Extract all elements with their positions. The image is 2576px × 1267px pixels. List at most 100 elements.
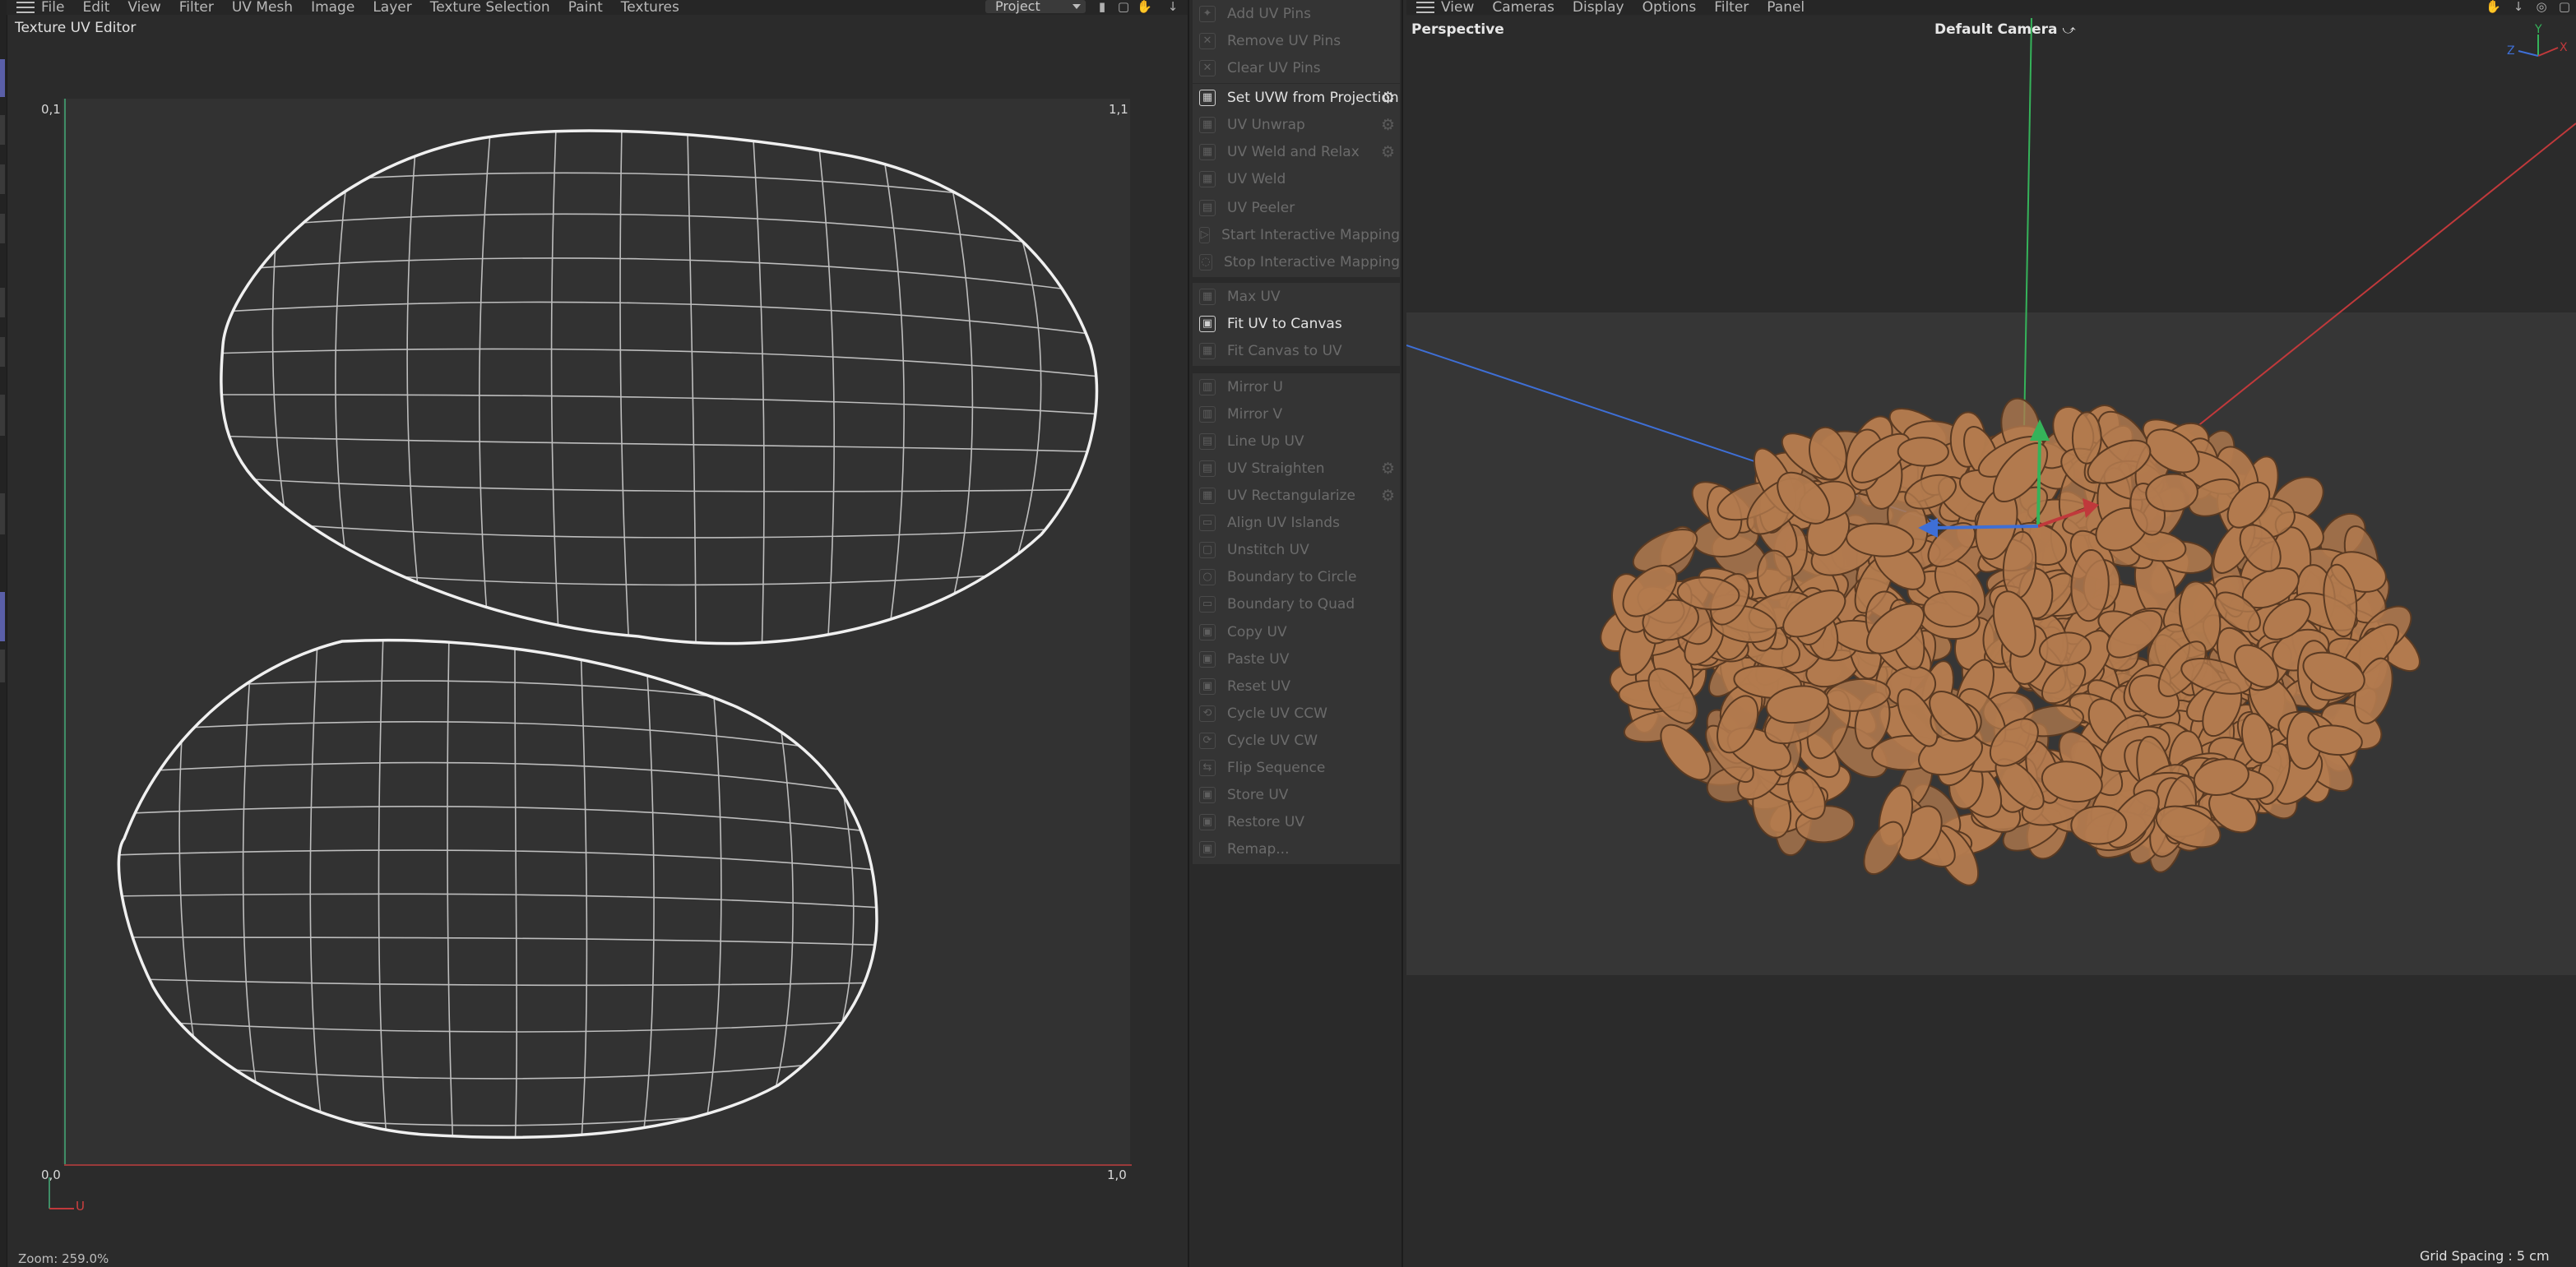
line-up-uv-button[interactable]: ▤ Line Up UV	[1193, 429, 1400, 454]
stop-interactive-mapping-icon: ◌	[1199, 254, 1212, 271]
uv-unwrap-settings-gear-icon[interactable]: ⚙	[1381, 117, 1395, 133]
paste-uv-button[interactable]: ▣ Paste UV	[1193, 647, 1400, 672]
clear-uv-pins-button[interactable]: ✕ Clear UV Pins	[1193, 56, 1400, 81]
frame-icon[interactable]: ▢	[1117, 0, 1130, 13]
3d-viewport[interactable]: View Cameras Display Options Filter Pane…	[1406, 0, 2576, 1267]
strip-tab[interactable]	[0, 164, 5, 194]
project-select-value: Project	[995, 0, 1040, 14]
command-group: ▤ UV Peeler ▷ Start Interactive Mapping ◌ Sto…	[1193, 194, 1400, 277]
menu-hamburger-icon[interactable]	[16, 2, 35, 13]
start-interactive-mapping-button[interactable]: ▷ Start Interactive Mapping	[1193, 223, 1400, 247]
max-uv-button[interactable]: ▦ Max UV	[1193, 284, 1400, 309]
strip-tab[interactable]	[0, 493, 5, 534]
remap-label: Remap...	[1227, 841, 1290, 858]
strip-tab[interactable]	[0, 395, 5, 436]
remap-icon: ▣	[1199, 841, 1216, 858]
uv-weld-and-relax-icon: ▦	[1199, 144, 1216, 160]
uv-straighten-label: UV Straighten	[1227, 460, 1325, 477]
strip-tab[interactable]	[0, 214, 5, 243]
uv-unwrap-button[interactable]: ▦ UV Unwrap ⚙	[1193, 113, 1400, 137]
command-group: ▣ Copy UV ▣ Paste UV ▣ Reset UV ⟲ Cycle UV CCW ⟳…	[1193, 618, 1400, 864]
uv-rectangularize-button[interactable]: ▦ UV Rectangularize ⚙	[1193, 483, 1400, 508]
add-uv-pins-button[interactable]: ✦ Add UV Pins	[1193, 2, 1400, 26]
menu-layer[interactable]: Layer	[373, 0, 411, 15]
remove-uv-pins-button[interactable]: ✕ Remove UV Pins	[1193, 29, 1400, 53]
fit-uv-to-canvas-button[interactable]: ▣ Fit UV to Canvas	[1193, 312, 1400, 336]
uv-island-bottom	[118, 640, 877, 1138]
menu-uv-mesh[interactable]: UV Mesh	[232, 0, 293, 15]
uv-peeler-icon: ▤	[1199, 200, 1216, 216]
uv-island-bottom-outline	[117, 638, 878, 1140]
uv-commands-panel: ✦ Add UV Pins ✕ Remove UV Pins ✕ Clear UV Pin…	[1188, 0, 1403, 1267]
command-group: ▦ Max UV ▣ Fit UV to Canvas ▦ Fit Canvas to U…	[1193, 283, 1400, 366]
copy-uv-icon: ▣	[1199, 624, 1216, 640]
strip-tab-active[interactable]	[0, 592, 5, 641]
menu-image[interactable]: Image	[311, 0, 354, 15]
strip-tab[interactable]	[0, 288, 5, 317]
strip-tab[interactable]	[0, 115, 5, 145]
coffee-bean	[1922, 590, 1980, 628]
menu-filter[interactable]: Filter	[179, 0, 214, 15]
uv-peeler-button[interactable]: ▤ UV Peeler	[1193, 196, 1400, 220]
uv-straighten-button[interactable]: ▤ UV Straighten ⚙	[1193, 456, 1400, 481]
uv-island-top-outline	[220, 129, 1099, 645]
mirror-u-button[interactable]: ▥ Mirror U	[1193, 375, 1400, 400]
camera-switch-icon[interactable]: ⤻	[2062, 22, 2075, 37]
unstitch-uv-icon: ▢	[1199, 542, 1216, 558]
set-uvw-from-projection-settings-gear-icon[interactable]: ⚙	[1381, 90, 1395, 106]
set-uvw-from-projection-button[interactable]: ▦ Set UVW from Projection ⚙	[1193, 86, 1400, 110]
menu-paint[interactable]: Paint	[568, 0, 603, 15]
copy-uv-button[interactable]: ▣ Copy UV	[1193, 620, 1400, 645]
chevron-down-icon	[1073, 4, 1081, 9]
panel-title: Texture UV Editor	[15, 20, 137, 36]
reset-uv-button[interactable]: ▣ Reset UV	[1193, 674, 1400, 699]
histogram-icon[interactable]: ▮	[1096, 0, 1109, 13]
menu-textures[interactable]: Textures	[621, 0, 679, 15]
unstitch-uv-button[interactable]: ▢ Unstitch UV	[1193, 538, 1400, 562]
fit-canvas-to-uv-button[interactable]: ▦ Fit Canvas to UV	[1193, 339, 1400, 363]
cycle-uv-cw-button[interactable]: ⟳ Cycle UV CW	[1193, 728, 1400, 753]
view-name-label[interactable]: Perspective	[1411, 21, 1504, 38]
menu-edit[interactable]: Edit	[82, 0, 109, 15]
store-uv-button[interactable]: ▣ Store UV	[1193, 783, 1400, 807]
uv-weld-button[interactable]: ▦ UV Weld	[1193, 167, 1400, 192]
pan-hand-icon[interactable]: ✋	[1137, 0, 1152, 13]
fit-uv-to-canvas-icon: ▣	[1199, 316, 1216, 332]
boundary-to-circle-button[interactable]: ○ Boundary to Circle	[1193, 565, 1400, 590]
strip-tab[interactable]	[0, 337, 5, 367]
menu-file[interactable]: File	[41, 0, 64, 15]
project-select[interactable]: Project	[985, 0, 1086, 13]
cycle-uv-cw-label: Cycle UV CW	[1227, 733, 1318, 749]
gizmo-y-label: Y	[2534, 23, 2542, 36]
boundary-to-quad-button[interactable]: ▭ Boundary to Quad	[1193, 592, 1400, 617]
unstitch-uv-label: Unstitch UV	[1227, 542, 1309, 558]
remap-button[interactable]: ▣ Remap...	[1193, 837, 1400, 862]
uv-weld-and-relax-button[interactable]: ▦ UV Weld and Relax ⚙	[1193, 140, 1400, 164]
command-group: ✦ Add UV Pins ✕ Remove UV Pins ✕ Clear UV Pin…	[1193, 0, 1400, 83]
boundary-to-circle-label: Boundary to Circle	[1227, 569, 1357, 585]
uv-rectangularize-icon: ▦	[1199, 488, 1216, 504]
download-icon[interactable]: ↓	[1166, 0, 1179, 13]
uv-straighten-settings-gear-icon[interactable]: ⚙	[1381, 460, 1395, 477]
strip-tab-active[interactable]	[0, 59, 5, 97]
boundary-to-circle-icon: ○	[1199, 569, 1216, 585]
align-uv-islands-button[interactable]: ▭ Align UV Islands	[1193, 511, 1400, 535]
corner-label-top-right: 1,1	[1109, 102, 1128, 117]
reset-uv-label: Reset UV	[1227, 678, 1290, 695]
corner-label-top-left: 0,1	[41, 102, 61, 117]
mirror-v-button[interactable]: ▥ Mirror V	[1193, 402, 1400, 427]
strip-tab[interactable]	[0, 650, 5, 682]
stop-interactive-mapping-label: Stop Interactive Mapping	[1224, 254, 1400, 271]
camera-label[interactable]: Default Camera ⤻	[1934, 21, 2076, 38]
uv-weld-and-relax-settings-gear-icon[interactable]: ⚙	[1381, 144, 1395, 160]
cycle-uv-ccw-button[interactable]: ⟲ Cycle UV CCW	[1193, 701, 1400, 726]
uv-unwrap-label: UV Unwrap	[1227, 117, 1305, 133]
stop-interactive-mapping-button[interactable]: ◌ Stop Interactive Mapping	[1193, 250, 1400, 275]
menu-view[interactable]: View	[127, 0, 160, 15]
uv-rectangularize-settings-gear-icon[interactable]: ⚙	[1381, 488, 1395, 504]
menu-texture-selection[interactable]: Texture Selection	[430, 0, 550, 15]
uv-straighten-icon: ▤	[1199, 460, 1216, 477]
restore-uv-button[interactable]: ▣ Restore UV	[1193, 810, 1400, 835]
flip-sequence-button[interactable]: ⇆ Flip Sequence	[1193, 756, 1400, 780]
line-up-uv-label: Line Up UV	[1227, 433, 1304, 450]
